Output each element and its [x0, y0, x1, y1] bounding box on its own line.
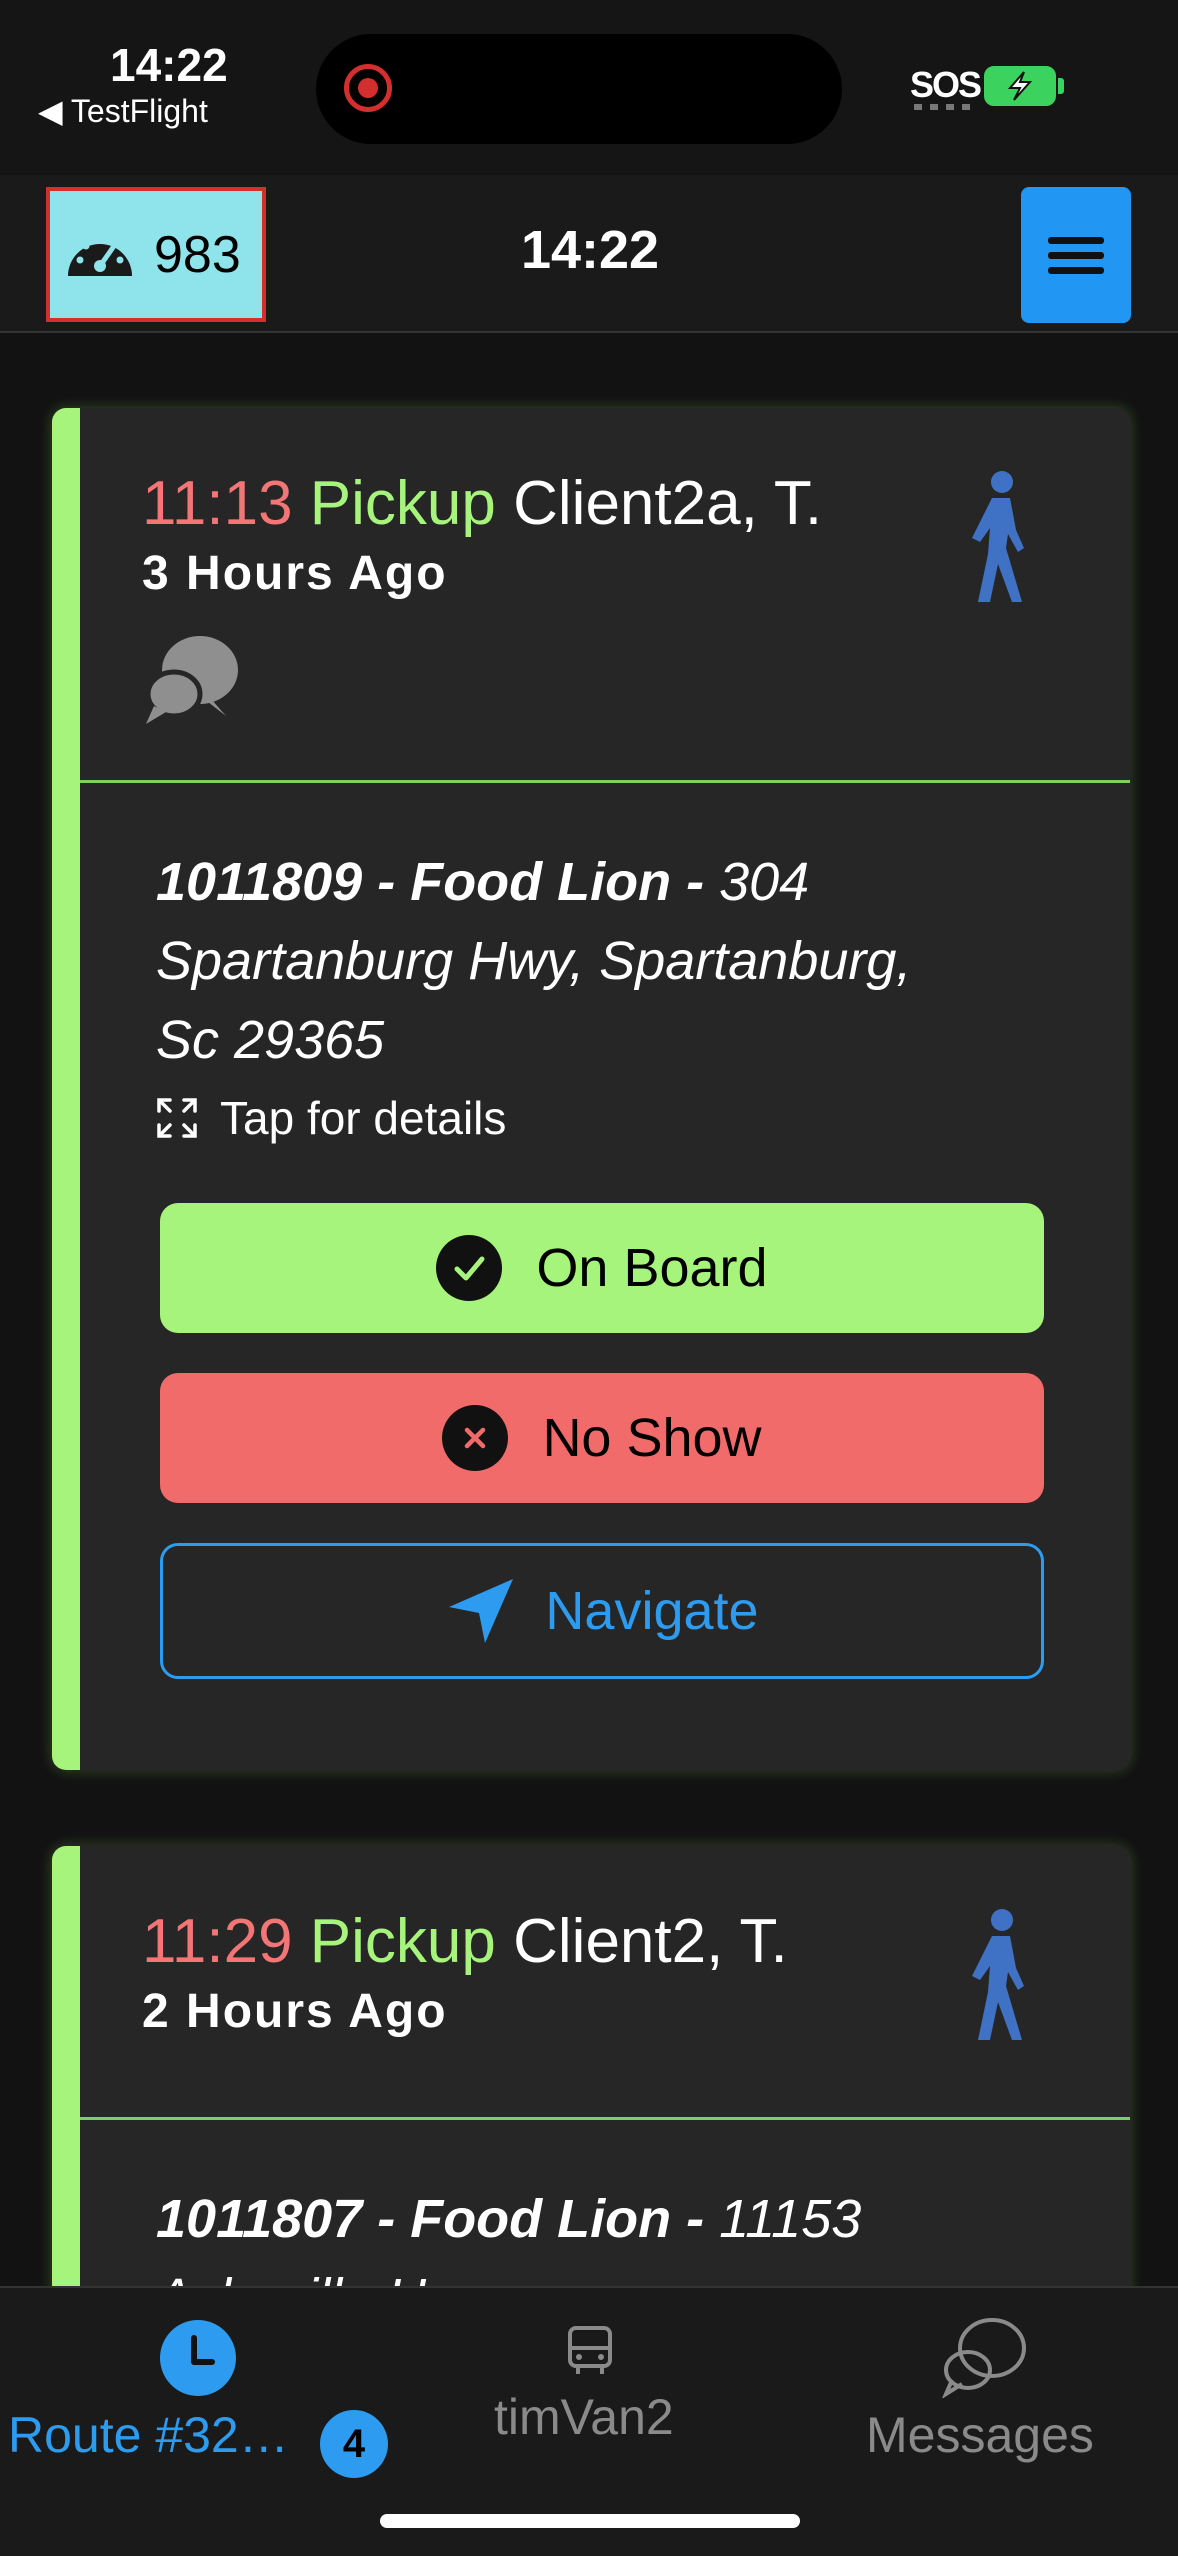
walking-person-icon — [972, 471, 1024, 602]
navigate-button[interactable]: Navigate — [160, 1543, 1044, 1679]
sos-label: SOS — [910, 64, 982, 105]
no-show-label: No Show — [542, 1408, 762, 1468]
home-indicator[interactable] — [380, 2514, 800, 2528]
chat-icon[interactable] — [142, 630, 242, 726]
charging-bolt-icon — [1007, 71, 1033, 101]
tab-route-label: Route #32… — [8, 2407, 289, 2463]
client-name: Client2a, T. — [513, 469, 823, 538]
route-count-badge: 4 — [320, 2410, 388, 2478]
app-header: 983 14:22 — [0, 175, 1178, 333]
tab-van[interactable]: timVan2 — [400, 2288, 780, 2488]
speed-value: 983 — [154, 225, 241, 284]
trip-type: Pickup — [309, 1907, 496, 1976]
expand-icon — [157, 1098, 197, 1138]
details-label: Tap for details — [220, 1092, 507, 1144]
speedometer-icon — [68, 236, 132, 276]
no-show-button[interactable]: No Show — [160, 1373, 1044, 1503]
walking-person-icon — [972, 1909, 1024, 2040]
client-name: Client2, T. — [513, 1907, 788, 1976]
trip-card[interactable]: 11:29 Pickup Client2, T. 2 Hours Ago 101… — [52, 1846, 1130, 2306]
trip-card[interactable]: 11:13 Pickup Client2a, T. 3 Hours Ago 10… — [52, 408, 1130, 1770]
clock-icon — [160, 2320, 236, 2396]
testflight-back-link[interactable]: ◀ TestFlight — [38, 92, 208, 130]
card-header[interactable]: 11:13 Pickup Client2a, T. 3 Hours Ago — [80, 408, 1130, 783]
on-board-label: On Board — [536, 1238, 768, 1298]
time-ago: 3 Hours Ago — [142, 547, 448, 600]
tab-van-label: timVan2 — [494, 2389, 674, 2445]
signal-icon — [914, 104, 970, 110]
dynamic-island — [316, 34, 842, 144]
trip-time: 11:29 — [142, 1907, 293, 1976]
hamburger-icon — [1048, 237, 1104, 274]
card-accent-bar — [52, 1846, 80, 2306]
messages-icon — [942, 2318, 1026, 2398]
trip-title: 11:29 Pickup Client2, T. — [142, 1906, 788, 1977]
tap-for-details[interactable]: Tap for details — [156, 1091, 506, 1145]
tab-messages[interactable]: Messages — [780, 2288, 1178, 2488]
speedometer-button[interactable]: 983 — [46, 187, 266, 322]
navigate-label: Navigate — [545, 1581, 759, 1641]
battery-tip — [1058, 78, 1064, 94]
trip-type: Pickup — [309, 469, 496, 538]
pickup-address[interactable]: 1011809 - Food Lion - 304 Spartanburg Hw… — [156, 843, 976, 1080]
tab-messages-label: Messages — [866, 2407, 1094, 2463]
time-ago: 2 Hours Ago — [142, 1985, 448, 2038]
menu-button[interactable] — [1021, 187, 1131, 323]
card-accent-bar — [52, 408, 80, 1770]
trip-time: 11:13 — [142, 469, 293, 538]
trip-title: 11:13 Pickup Client2a, T. — [142, 468, 822, 539]
tab-route[interactable]: Route #32… 4 — [0, 2288, 400, 2488]
card-header[interactable]: 11:29 Pickup Client2, T. 2 Hours Ago — [80, 1846, 1130, 2120]
on-board-button[interactable]: On Board — [160, 1203, 1044, 1333]
location-id: 1011809 - Food Lion - — [156, 852, 705, 912]
navigation-arrow-icon — [449, 1579, 514, 1643]
header-clock: 14:22 — [520, 220, 660, 280]
status-time: 14:22 — [110, 39, 228, 91]
battery-icon — [984, 66, 1056, 106]
close-icon — [442, 1405, 509, 1471]
recording-icon — [344, 64, 392, 112]
checkmark-icon — [436, 1235, 503, 1301]
status-bar: 14:22 ◀ TestFlight SOS — [0, 0, 1178, 175]
location-id: 1011807 - Food Lion - — [156, 2189, 705, 2249]
bus-icon — [568, 2326, 612, 2374]
